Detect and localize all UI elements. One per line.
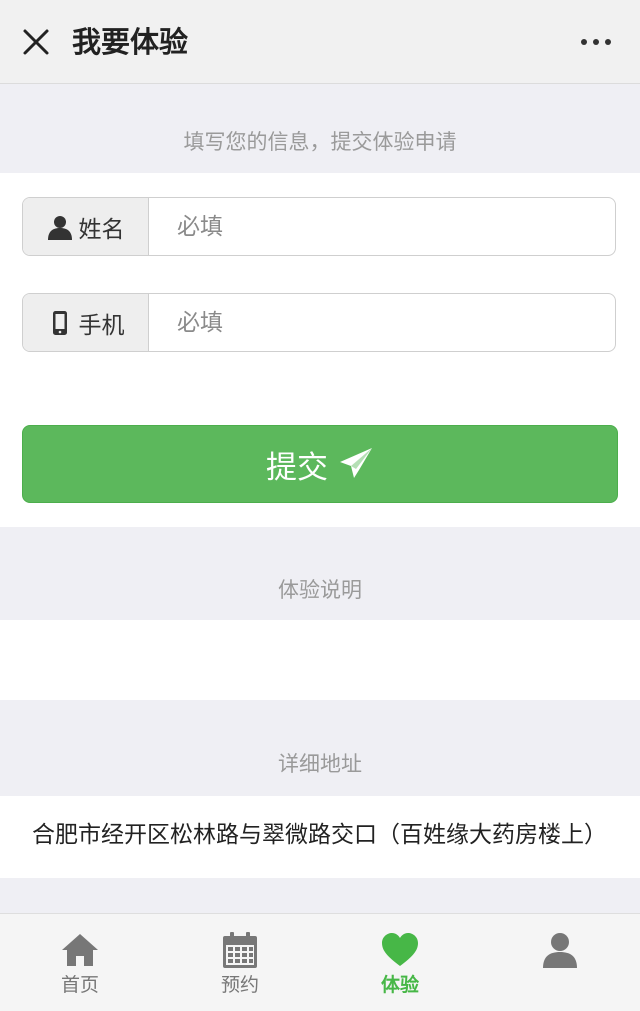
home-icon: [62, 934, 98, 966]
address-panel: 合肥市经开区松林路与翠微路交口（百姓缘大药房楼上）: [0, 796, 640, 878]
name-field: 姓名: [22, 197, 616, 256]
address-title: 详细地址: [278, 752, 362, 776]
name-addon: 姓名: [23, 198, 149, 255]
description-title: 体验说明: [278, 578, 362, 602]
more-dots-icon: [581, 39, 587, 45]
submit-button[interactable]: 提交: [22, 425, 618, 503]
tab-profile[interactable]: [480, 914, 640, 1011]
name-input[interactable]: [149, 198, 615, 255]
close-button[interactable]: [16, 22, 56, 62]
more-button[interactable]: [576, 24, 616, 60]
phone-addon: 手机: [23, 294, 149, 351]
tab-booking-label: 预约: [220, 974, 259, 996]
form-hint: 填写您的信息，提交体验申请: [183, 130, 457, 154]
description-panel: [0, 620, 640, 700]
address-text: 合肥市经开区松林路与翠微路交口（百姓缘大药房楼上）: [32, 822, 607, 848]
form-panel: 姓名 手机 提交: [0, 173, 640, 527]
phone-field: 手机: [22, 293, 616, 352]
page-title: 我要体验: [72, 25, 189, 59]
top-bar: 我要体验: [0, 0, 640, 84]
submit-label: 提交: [266, 449, 328, 486]
user-icon: [543, 933, 577, 968]
phone-input[interactable]: [149, 294, 615, 351]
name-label: 姓名: [78, 216, 125, 243]
tab-bar: 首页 预约 体验: [0, 913, 640, 1011]
calendar-icon: [223, 932, 257, 968]
paper-plane-icon: [340, 448, 372, 478]
phone-label: 手机: [78, 312, 125, 339]
user-icon: [47, 215, 72, 240]
heart-icon: [382, 933, 418, 966]
tab-booking[interactable]: 预约: [160, 914, 320, 1011]
tab-experience[interactable]: 体验: [320, 914, 480, 1011]
tab-home-label: 首页: [60, 974, 99, 996]
close-icon: [23, 29, 49, 55]
tab-home[interactable]: 首页: [0, 914, 160, 1011]
mobile-phone-icon: [52, 310, 67, 335]
tab-experience-label: 体验: [380, 974, 419, 996]
